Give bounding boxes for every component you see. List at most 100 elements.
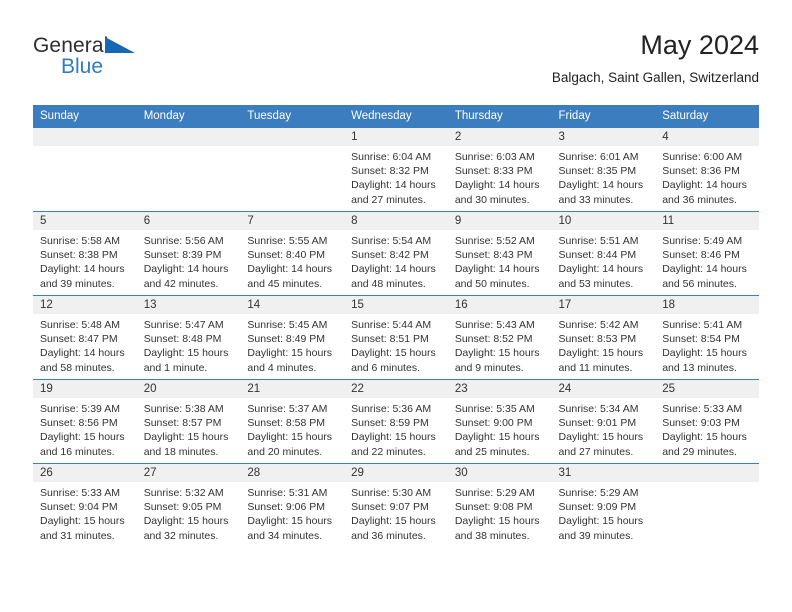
calendar-day-cell[interactable]: 10 Sunrise: 5:51 AM Sunset: 8:44 PM Dayligh…: [551, 211, 656, 296]
calendar-day-cell[interactable]: 1 Sunrise: 6:04 AM Sunset: 8:32 PM Daylight…: [344, 127, 448, 212]
day-detail-line: Daylight: 15 hours: [454, 347, 540, 360]
day-number: 10: [551, 212, 656, 230]
calendar-day-cell[interactable]: 11 Sunrise: 5:49 AM Sunset: 8:46 PM Dayligh…: [655, 211, 759, 296]
day-detail-line: Sunrise: 5:42 AM: [558, 319, 639, 331]
weekday-header-monday: Monday: [136, 105, 241, 128]
weekday-header-row: Sunday Monday Tuesday Wednesday Thursday Frid…: [33, 105, 759, 128]
day-detail-line: and 33 minutes.: [558, 193, 634, 206]
day-number: 2: [447, 128, 552, 146]
day-detail-line: Sunset: 9:05 PM: [143, 501, 222, 514]
day-number: 4: [655, 128, 759, 146]
day-detail-line: Sunrise: 5:29 AM: [558, 487, 639, 499]
day-detail-line: Daylight: 15 hours: [143, 431, 229, 444]
day-detail-line: Sunset: 8:33 PM: [454, 165, 533, 178]
calendar-day-cell[interactable]: 17 Sunrise: 5:42 AM Sunset: 8:53 PM Dayligh…: [551, 295, 656, 380]
calendar-day-cell[interactable]: 13 Sunrise: 5:47 AM Sunset: 8:48 PM Dayligh…: [136, 295, 241, 380]
calendar-day-cell[interactable]: 29 Sunrise: 5:30 AM Sunset: 9:07 PM Dayligh…: [344, 463, 448, 547]
calendar-day-cell-empty: [655, 463, 759, 547]
day-detail-line: and 38 minutes.: [454, 529, 530, 542]
calendar-day-cell[interactable]: 5 Sunrise: 5:58 AM Sunset: 8:38 PM Daylight…: [33, 211, 137, 296]
calendar-day-cell[interactable]: 18 Sunrise: 5:41 AM Sunset: 8:54 PM Dayligh…: [655, 295, 759, 380]
calendar-day-cell[interactable]: 20 Sunrise: 5:38 AM Sunset: 8:57 PM Dayligh…: [136, 379, 241, 464]
day-detail-line: and 30 minutes.: [454, 193, 530, 206]
logo-triangle-icon: [105, 37, 135, 53]
calendar-week-row: 26 Sunrise: 5:33 AM Sunset: 9:04 PM Dayligh…: [33, 463, 759, 547]
calendar-day-cell[interactable]: 15 Sunrise: 5:44 AM Sunset: 8:51 PM Dayligh…: [344, 295, 448, 380]
calendar-day-cell[interactable]: 28 Sunrise: 5:31 AM Sunset: 9:06 PM Dayligh…: [240, 463, 345, 547]
day-detail-line: Daylight: 15 hours: [454, 515, 540, 528]
day-number: 8: [344, 212, 448, 230]
day-detail-line: Sunset: 8:54 PM: [662, 333, 740, 346]
calendar-day-cell[interactable]: 12 Sunrise: 5:48 AM Sunset: 8:47 PM Dayligh…: [33, 295, 137, 380]
calendar-day-cell[interactable]: 16 Sunrise: 5:43 AM Sunset: 8:52 PM Dayligh…: [447, 295, 552, 380]
calendar-day-cell[interactable]: 2 Sunrise: 6:03 AM Sunset: 8:33 PM Daylight…: [447, 127, 552, 212]
day-detail-line: Sunrise: 5:45 AM: [247, 319, 328, 331]
day-detail-line: Daylight: 14 hours: [558, 179, 644, 192]
calendar-day-cell[interactable]: 19 Sunrise: 5:39 AM Sunset: 8:56 PM Dayligh…: [33, 379, 137, 464]
calendar-week-row: 12 Sunrise: 5:48 AM Sunset: 8:47 PM Dayligh…: [33, 295, 759, 380]
day-detail-line: Daylight: 14 hours: [558, 263, 644, 276]
day-detail-line: Sunrise: 5:47 AM: [143, 319, 224, 331]
calendar-day-cell[interactable]: 14 Sunrise: 5:45 AM Sunset: 8:49 PM Dayligh…: [240, 295, 345, 380]
day-detail-line: and 39 minutes.: [40, 277, 115, 290]
calendar-day-cell[interactable]: 22 Sunrise: 5:36 AM Sunset: 8:59 PM Dayligh…: [344, 379, 448, 464]
day-detail-line: Daylight: 15 hours: [247, 347, 333, 360]
day-detail-line: Daylight: 14 hours: [351, 179, 436, 192]
day-detail-line: Sunrise: 5:52 AM: [454, 235, 535, 247]
day-details: Sunrise: 5:51 AM Sunset: 8:44 PM Daylight:…: [552, 230, 656, 291]
day-details: Sunrise: 5:30 AM Sunset: 9:07 PM Daylight:…: [344, 482, 448, 543]
day-details: Sunrise: 5:38 AM Sunset: 8:57 PM Daylight:…: [137, 398, 241, 459]
calendar-day-cell[interactable]: 6 Sunrise: 5:56 AM Sunset: 8:39 PM Daylight…: [136, 211, 241, 296]
day-detail-line: Daylight: 14 hours: [40, 347, 125, 360]
day-details: Sunrise: 5:49 AM Sunset: 8:46 PM Daylight:…: [655, 230, 759, 291]
day-detail-line: and 11 minutes.: [558, 361, 633, 374]
calendar-day-cell[interactable]: 4 Sunrise: 6:00 AM Sunset: 8:36 PM Daylight…: [655, 127, 759, 212]
day-detail-line: Sunrise: 5:34 AM: [558, 403, 639, 415]
calendar-day-cell[interactable]: 25 Sunrise: 5:33 AM Sunset: 9:03 PM Dayligh…: [655, 379, 759, 464]
calendar-day-cell[interactable]: 24 Sunrise: 5:34 AM Sunset: 9:01 PM Dayligh…: [551, 379, 656, 464]
calendar-day-cell[interactable]: 27 Sunrise: 5:32 AM Sunset: 9:05 PM Dayligh…: [136, 463, 241, 547]
calendar-week-row: 5 Sunrise: 5:58 AM Sunset: 8:38 PM Daylight…: [33, 211, 759, 296]
sunrise-sunset-calendar: Sunday Monday Tuesday Wednesday Thursday Frid…: [33, 105, 759, 547]
day-detail-line: and 27 minutes.: [351, 193, 426, 206]
page-title: May 2024: [640, 30, 759, 60]
weekday-header-thursday: Thursday: [447, 105, 552, 128]
calendar-day-cell[interactable]: 26 Sunrise: 5:33 AM Sunset: 9:04 PM Dayligh…: [33, 463, 137, 547]
day-detail-line: Sunrise: 5:29 AM: [454, 487, 535, 499]
page-header: General Blue May 2024 Balgach, Saint Gal…: [33, 28, 759, 98]
calendar-day-cell[interactable]: 7 Sunrise: 5:55 AM Sunset: 8:40 PM Daylight…: [240, 211, 345, 296]
day-detail-line: Sunset: 9:04 PM: [40, 501, 118, 514]
calendar-day-cell-empty: [33, 127, 137, 212]
day-detail-line: Sunset: 9:01 PM: [558, 417, 637, 430]
calendar-day-cell[interactable]: 21 Sunrise: 5:37 AM Sunset: 8:58 PM Dayligh…: [240, 379, 345, 464]
day-detail-line: and 25 minutes.: [454, 445, 530, 458]
calendar-day-cell[interactable]: 30 Sunrise: 5:29 AM Sunset: 9:08 PM Dayligh…: [447, 463, 552, 547]
day-detail-line: Daylight: 15 hours: [662, 431, 747, 444]
day-number: 21: [240, 380, 345, 398]
day-detail-line: Sunrise: 5:33 AM: [662, 403, 743, 415]
day-number: 1: [344, 128, 448, 146]
day-number: [33, 128, 137, 146]
weekday-header-wednesday: Wednesday: [344, 105, 448, 128]
title-block: May 2024 Balgach, Saint Gallen, Switzerl…: [552, 28, 759, 88]
day-details: Sunrise: 6:00 AM Sunset: 8:36 PM Daylight:…: [655, 146, 759, 207]
calendar-day-cell[interactable]: 31 Sunrise: 5:29 AM Sunset: 9:09 PM Dayligh…: [551, 463, 656, 547]
day-details: Sunrise: 5:33 AM Sunset: 9:03 PM Daylight:…: [655, 398, 759, 459]
day-detail-line: Sunset: 8:58 PM: [247, 417, 326, 430]
day-detail-line: Sunrise: 5:54 AM: [351, 235, 432, 247]
day-details: [137, 146, 241, 150]
calendar-day-cell[interactable]: 8 Sunrise: 5:54 AM Sunset: 8:42 PM Daylight…: [344, 211, 448, 296]
day-detail-line: Daylight: 15 hours: [143, 515, 229, 528]
calendar-day-cell[interactable]: 23 Sunrise: 5:35 AM Sunset: 9:00 PM Dayligh…: [447, 379, 552, 464]
day-detail-line: and 56 minutes.: [662, 277, 737, 290]
day-detail-line: Daylight: 15 hours: [662, 347, 747, 360]
calendar-day-cell[interactable]: 9 Sunrise: 5:52 AM Sunset: 8:43 PM Daylight…: [447, 211, 552, 296]
day-detail-line: Sunset: 8:43 PM: [454, 249, 533, 262]
day-details: Sunrise: 5:32 AM Sunset: 9:05 PM Daylight:…: [137, 482, 241, 543]
day-detail-line: Daylight: 15 hours: [40, 431, 125, 444]
day-detail-line: Sunset: 8:48 PM: [143, 333, 222, 346]
day-details: [655, 482, 759, 486]
day-detail-line: Sunrise: 5:58 AM: [40, 235, 120, 247]
calendar-day-cell[interactable]: 3 Sunrise: 6:01 AM Sunset: 8:35 PM Daylight…: [551, 127, 656, 212]
weekday-header-saturday: Saturday: [655, 105, 759, 128]
